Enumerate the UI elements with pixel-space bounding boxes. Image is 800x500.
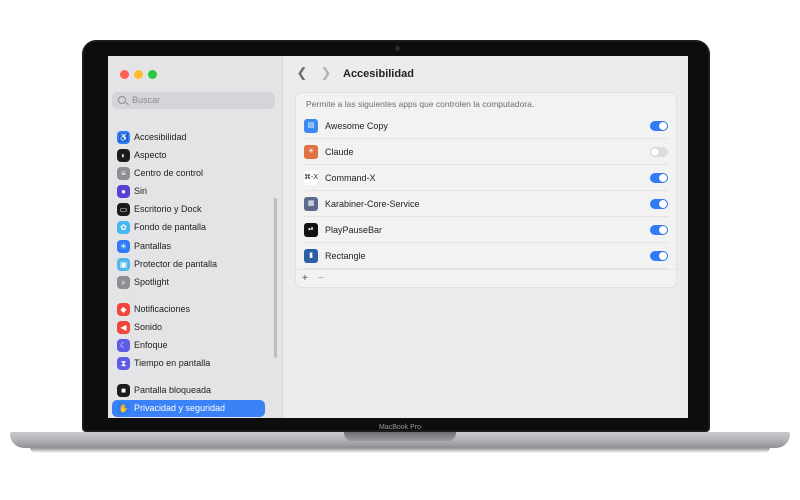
permission-toggle[interactable] bbox=[650, 173, 668, 183]
sidebar-item-label: Escritorio y Dock bbox=[134, 204, 202, 214]
sidebar-item[interactable]: ◐ Aspecto bbox=[112, 147, 265, 164]
toggle-knob bbox=[659, 174, 667, 182]
remove-app-button[interactable]: − bbox=[318, 272, 324, 286]
permission-toggle[interactable] bbox=[650, 199, 668, 209]
app-row: ⌘-X Command-X bbox=[296, 165, 676, 191]
sidebar-item[interactable]: ✋ Privacidad y seguridad bbox=[112, 400, 265, 417]
lock-screen-icon: ■ bbox=[117, 384, 130, 397]
sidebar-item[interactable]: ☀ Pantallas bbox=[112, 238, 265, 255]
toggle-knob bbox=[659, 122, 667, 130]
app-row: ✳ Claude bbox=[296, 139, 676, 165]
claude-icon: ✳ bbox=[304, 145, 318, 159]
accessibility-apps-panel: Permite a las siguientes apps que contro… bbox=[295, 92, 677, 288]
sidebar-item[interactable]: ≡ Centro de control bbox=[112, 165, 265, 182]
sidebar-scrollbar[interactable] bbox=[274, 198, 277, 358]
desktop-dock-icon: ▭ bbox=[117, 203, 130, 216]
search-placeholder: Buscar bbox=[132, 95, 161, 105]
permission-toggle[interactable] bbox=[650, 121, 668, 131]
sidebar-item-label: Sonido bbox=[134, 322, 163, 332]
panel-description: Permite a las siguientes apps que contro… bbox=[306, 99, 535, 109]
app-name: Awesome Copy bbox=[325, 121, 388, 131]
spotlight-icon: ⌕ bbox=[117, 276, 130, 289]
permission-toggle[interactable] bbox=[650, 251, 668, 261]
sound-icon: ◀ bbox=[117, 321, 130, 334]
toggle-knob bbox=[651, 148, 659, 156]
zoom-window-button[interactable] bbox=[148, 70, 157, 79]
command-x-icon: ⌘-X bbox=[304, 171, 318, 185]
search-icon bbox=[118, 96, 126, 104]
sidebar-item[interactable]: ■ Pantalla bloqueada bbox=[112, 382, 265, 399]
sidebar-item-label: Protector de pantalla bbox=[134, 259, 218, 269]
camera bbox=[395, 46, 400, 51]
screensaver-icon: ▣ bbox=[117, 258, 130, 271]
sidebar-item[interactable]: ▣ Protector de pantalla bbox=[112, 256, 265, 273]
app-row: ▦ Karabiner-Core-Service bbox=[296, 191, 676, 217]
permission-toggle[interactable] bbox=[650, 147, 668, 157]
search-input[interactable]: Buscar bbox=[112, 92, 275, 109]
rectangle-icon: ▮ bbox=[304, 249, 318, 263]
sidebar-item-label: Siri bbox=[134, 186, 147, 196]
toggle-knob bbox=[659, 200, 667, 208]
awesome-copy-icon: ▤ bbox=[304, 119, 318, 133]
app-name: Karabiner-Core-Service bbox=[325, 199, 420, 209]
privacy-hand-icon: ✋ bbox=[117, 402, 130, 415]
sidebar-item[interactable]: ☾ Enfoque bbox=[112, 337, 265, 354]
app-name: Command-X bbox=[325, 173, 376, 183]
sidebar-item-label: Enfoque bbox=[134, 340, 168, 350]
forward-button[interactable]: ❯ bbox=[319, 66, 333, 80]
focus-icon: ☾ bbox=[117, 339, 130, 352]
page-title: Accesibilidad bbox=[343, 68, 414, 80]
screen-time-icon: ⧗ bbox=[117, 357, 130, 370]
appearance-icon: ◐ bbox=[117, 149, 130, 162]
sidebar-item-label: Pantallas bbox=[134, 241, 172, 251]
sidebar-item[interactable]: ◀ Sonido bbox=[112, 319, 265, 336]
sidebar-item-label: Pantalla bloqueada bbox=[134, 385, 212, 395]
sidebar-item-label: Centro de control bbox=[134, 168, 204, 178]
trackpad-notch bbox=[344, 432, 456, 441]
sidebar-item-label: Spotlight bbox=[134, 277, 170, 287]
app-row: ▤ Awesome Copy bbox=[296, 113, 676, 139]
permission-toggle[interactable] bbox=[650, 225, 668, 235]
wallpaper-icon: ✿ bbox=[117, 221, 130, 234]
sidebar-item-label: Fondo de pantalla bbox=[134, 222, 207, 232]
app-name: Rectangle bbox=[325, 251, 366, 261]
sidebar-item[interactable]: ● Siri bbox=[112, 183, 265, 200]
control-center-icon: ≡ bbox=[117, 167, 130, 180]
sidebar-item-label: Notificaciones bbox=[134, 304, 191, 314]
app-row: ▮ Rectangle bbox=[296, 243, 676, 269]
list-footer: + − bbox=[296, 269, 676, 288]
app-row: ⏯ PlayPauseBar bbox=[296, 217, 676, 243]
close-window-button[interactable] bbox=[120, 70, 129, 79]
sidebar-item[interactable]: ▭ Escritorio y Dock bbox=[112, 201, 265, 218]
sidebar-item[interactable]: ✿ Fondo de pantalla bbox=[112, 219, 265, 236]
accessibility-icon: ♿ bbox=[117, 131, 130, 144]
device-label: MacBook Pro bbox=[378, 424, 422, 431]
sidebar-item[interactable]: ◆ Notificaciones bbox=[112, 301, 265, 318]
play-pause-icon: ⏯ bbox=[304, 223, 318, 237]
displays-icon: ☀ bbox=[117, 240, 130, 253]
sidebar-item-label: Aspecto bbox=[134, 150, 167, 160]
sidebar-item[interactable]: ⧗ Tiempo en pantalla bbox=[112, 355, 265, 372]
sidebar: Buscar ♿ Accesibilidad ◐ Aspecto ≡ Centro de … bbox=[108, 56, 283, 418]
sidebar-item[interactable]: ♿ Accesibilidad bbox=[112, 129, 265, 146]
sidebar-item-label: Tiempo en pantalla bbox=[134, 358, 211, 368]
back-button[interactable]: ❮ bbox=[295, 66, 309, 80]
siri-icon: ● bbox=[117, 185, 130, 198]
karabiner-icon: ▦ bbox=[304, 197, 318, 211]
sidebar-item[interactable]: ⌕ Spotlight bbox=[112, 274, 265, 291]
notifications-icon: ◆ bbox=[117, 303, 130, 316]
add-app-button[interactable]: + bbox=[302, 272, 308, 286]
sidebar-item-label: Accesibilidad bbox=[134, 132, 187, 142]
settings-window: Buscar ♿ Accesibilidad ◐ Aspecto ≡ Centro de … bbox=[108, 56, 688, 418]
toggle-knob bbox=[659, 226, 667, 234]
app-name: Claude bbox=[325, 147, 354, 157]
toggle-knob bbox=[659, 252, 667, 260]
app-name: PlayPauseBar bbox=[325, 225, 383, 235]
sidebar-item-label: Privacidad y seguridad bbox=[134, 403, 226, 413]
minimize-window-button[interactable] bbox=[134, 70, 143, 79]
main-pane: ❮ ❯ Accesibilidad Permite a las siguient… bbox=[283, 56, 688, 418]
